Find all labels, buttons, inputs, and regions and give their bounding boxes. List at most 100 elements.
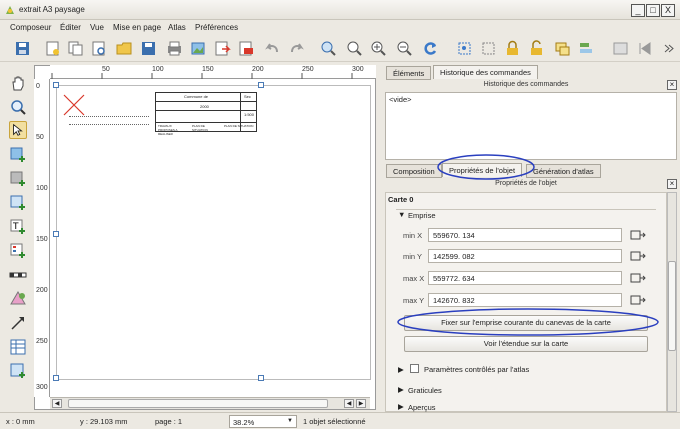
align-icon[interactable] [578, 40, 595, 57]
h-ruler-label: 100 [152, 66, 164, 73]
v-ruler-label: 100 [36, 185, 48, 192]
duplicate-composer-icon[interactable] [67, 40, 84, 57]
overviews-label[interactable]: Aperçus [408, 403, 436, 412]
page-number: page : 1 [155, 417, 183, 426]
zoom-in-icon[interactable] [370, 40, 387, 57]
zoom-full-icon[interactable] [320, 40, 337, 57]
history-item[interactable]: <vide> [389, 95, 412, 104]
move-content-icon[interactable] [9, 146, 27, 164]
menu-bar: Composeur Éditer Vue Mise en page Atlas … [0, 20, 680, 35]
data-defined-icon[interactable] [630, 250, 646, 262]
menu-vue[interactable]: Vue [90, 23, 104, 32]
first-feature-icon[interactable] [636, 40, 653, 57]
graticules-toggle[interactable]: ▶ [398, 385, 404, 394]
resize-handle[interactable] [258, 82, 264, 88]
atlas-checkbox[interactable] [410, 364, 419, 373]
add-shape-icon[interactable] [9, 290, 27, 308]
close-icon[interactable]: × [667, 80, 677, 90]
group-icon[interactable] [554, 40, 571, 57]
close-button[interactable]: X [661, 4, 675, 17]
chevron-down-icon[interactable]: ▼ [287, 418, 293, 424]
v-ruler-label: 200 [36, 287, 48, 294]
resize-handle[interactable] [53, 231, 59, 237]
export-pdf-icon[interactable] [238, 40, 255, 57]
export-svg-icon[interactable] [214, 40, 231, 57]
toolbar-overflow-icon[interactable] [660, 40, 677, 57]
add-image-icon[interactable] [9, 194, 27, 212]
save-template-icon[interactable] [140, 40, 157, 57]
horizontal-scrollbar[interactable]: ◀ ◀ ▶ [50, 397, 370, 409]
max-y-field[interactable]: 142670. 832 [428, 293, 622, 307]
title-block-rule [156, 101, 256, 102]
max-y-label: max Y [403, 296, 425, 305]
menu-mise-en-page[interactable]: Mise en page [113, 23, 161, 32]
data-defined-icon[interactable] [630, 294, 646, 306]
menu-editer[interactable]: Éditer [60, 23, 81, 32]
tab-composition[interactable]: Composition [386, 164, 442, 178]
resize-handle[interactable] [258, 375, 264, 381]
maximize-button[interactable]: □ [646, 4, 660, 17]
data-defined-icon[interactable] [630, 272, 646, 284]
scroll-thumb[interactable] [668, 261, 676, 351]
refresh-icon[interactable] [422, 40, 439, 57]
data-defined-icon[interactable] [630, 229, 646, 241]
tab-atlas[interactable]: Génération d'atlas [526, 164, 601, 178]
add-map-icon[interactable] [9, 170, 27, 188]
tab-elements[interactable]: Éléments [386, 66, 432, 80]
composer-page[interactable]: Commune de Sec 2000 1:500 TRAVAUX PROPOS… [56, 85, 371, 380]
zoom-out-icon[interactable] [396, 40, 413, 57]
resize-handle[interactable] [53, 82, 59, 88]
atlas-controlled-label[interactable]: Paramètres contrôlés par l'atlas [424, 365, 529, 374]
properties-scrollbar[interactable] [667, 192, 677, 412]
graticules-label[interactable]: Graticules [408, 386, 442, 395]
title-bar: extrait A3 paysage _ □ X [0, 0, 680, 20]
add-label-icon[interactable]: T [9, 218, 27, 236]
scroll-left-icon[interactable]: ◀ [52, 399, 62, 408]
overviews-toggle[interactable]: ▶ [398, 402, 404, 411]
scroll-right-icon[interactable]: ▶ [356, 399, 366, 408]
title-block-col: PLAN DE SITUATION [224, 124, 254, 128]
open-template-icon[interactable] [116, 40, 133, 57]
add-table-icon[interactable] [9, 338, 27, 356]
select-move-icon[interactable] [9, 121, 27, 139]
deselect-icon[interactable] [480, 40, 497, 57]
save-icon[interactable] [14, 40, 31, 57]
lock-icon[interactable] [504, 40, 521, 57]
extent-section-label[interactable]: Emprise [408, 211, 436, 220]
tab-history[interactable]: Historique des commandes [433, 65, 538, 79]
pan-hand-icon[interactable] [9, 74, 27, 92]
add-legend-icon[interactable] [9, 242, 27, 260]
min-y-field[interactable]: 142599. 082 [428, 249, 622, 263]
undo-icon[interactable] [264, 40, 281, 57]
redo-icon[interactable] [288, 40, 305, 57]
unlock-icon[interactable] [528, 40, 545, 57]
history-list[interactable]: <vide> [385, 92, 677, 160]
print-icon[interactable] [166, 40, 183, 57]
max-x-field[interactable]: 559772. 634 [428, 271, 622, 285]
scroll-left-icon[interactable]: ◀ [344, 399, 354, 408]
new-composer-icon[interactable] [44, 40, 61, 57]
history-header: Historique des commandes [483, 81, 569, 88]
zoom-select[interactable]: 38.2% ▼ [229, 415, 297, 428]
zoom-100-icon[interactable] [346, 40, 363, 57]
minimize-button[interactable]: _ [631, 4, 645, 17]
extent-section-toggle[interactable]: ▼ [398, 210, 405, 219]
composer-manager-icon[interactable] [90, 40, 107, 57]
menu-atlas[interactable]: Atlas [168, 23, 186, 32]
add-scalebar-icon[interactable] [9, 266, 27, 284]
add-arrow-icon[interactable] [9, 314, 27, 332]
view-extent-in-map-button[interactable]: Voir l'étendue sur la carte [404, 336, 648, 352]
close-icon[interactable]: × [667, 179, 677, 189]
atlas-section-toggle[interactable]: ▶ [398, 365, 404, 374]
add-html-icon[interactable] [9, 362, 27, 380]
select-all-icon[interactable] [456, 40, 473, 57]
menu-preferences[interactable]: Préférences [195, 23, 238, 32]
menu-composeur[interactable]: Composeur [10, 23, 51, 32]
zoom-tool-icon[interactable] [9, 98, 27, 116]
scroll-thumb[interactable] [68, 399, 328, 408]
resize-handle[interactable] [53, 375, 59, 381]
year-label: 2000 [200, 104, 209, 109]
atlas-preview-icon[interactable] [612, 40, 629, 57]
min-x-field[interactable]: 559670. 134 [428, 228, 622, 242]
export-image-icon[interactable] [190, 40, 207, 57]
